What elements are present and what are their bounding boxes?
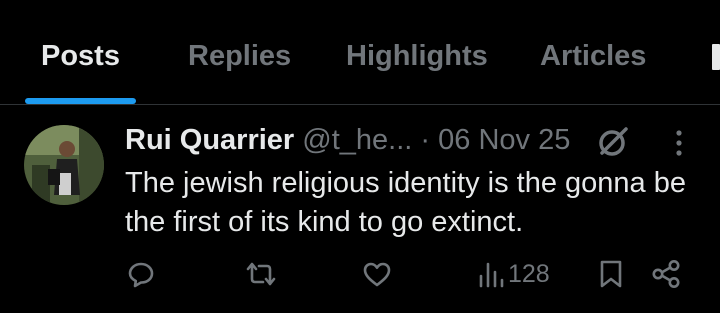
bookmark-button[interactable]	[598, 258, 624, 290]
separator-dot: ·	[420, 124, 431, 156]
tab-articles[interactable]: Articles	[540, 40, 646, 73]
author-handle[interactable]: @t_he...	[302, 124, 412, 156]
views-count: 128	[508, 259, 550, 288]
profile-tabs: Posts Replies Highlights Articles	[0, 0, 720, 104]
heart-icon	[363, 262, 391, 287]
more-vertical-icon[interactable]	[666, 126, 692, 160]
views-button[interactable]: 128	[478, 258, 550, 290]
reply-icon	[128, 262, 154, 288]
bookmark-icon	[600, 260, 622, 288]
tab-replies[interactable]: Replies	[188, 40, 291, 73]
avatar[interactable]	[24, 125, 104, 205]
share-icon	[652, 260, 680, 288]
tab-highlights[interactable]: Highlights	[346, 40, 488, 73]
repost-icon	[246, 262, 276, 286]
like-button[interactable]	[362, 258, 392, 290]
views-icon	[479, 262, 504, 288]
tab-next-partial[interactable]	[712, 44, 720, 70]
post-header: Rui Quarrier @t_he... · 06 Nov 25	[125, 122, 570, 158]
reply-button[interactable]	[127, 258, 155, 290]
share-button[interactable]	[651, 258, 681, 290]
avatar-image	[24, 125, 104, 205]
repost-button[interactable]	[245, 258, 277, 290]
author-name[interactable]: Rui Quarrier	[125, 124, 294, 156]
post-text: The jewish religious identity is the gon…	[125, 167, 686, 238]
tabs-divider	[0, 104, 720, 105]
no-entry-circle-icon[interactable]	[596, 125, 630, 159]
tab-posts[interactable]: Posts	[41, 40, 120, 73]
post-date[interactable]: 06 Nov 25	[438, 124, 570, 156]
